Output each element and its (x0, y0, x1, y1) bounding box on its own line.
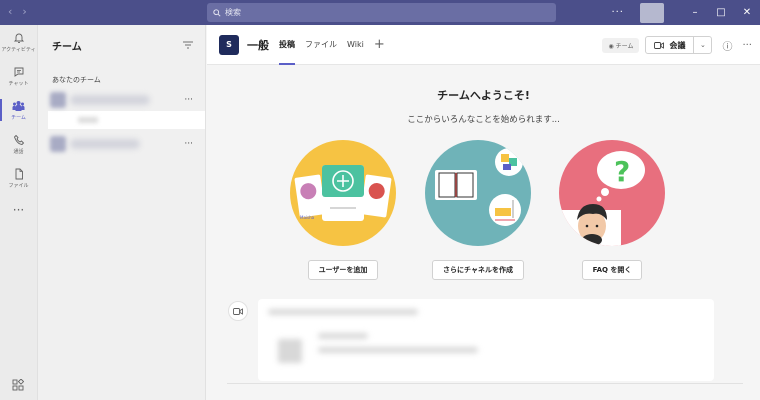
app-rail: アクティビティ チャット チーム 通話 ファイル ··· (0, 25, 38, 400)
filter-icon[interactable] (183, 41, 193, 49)
add-users-card: Maisha ユーザーを追加 (288, 140, 398, 280)
team-name-redacted (70, 95, 150, 105)
team-avatar (50, 92, 66, 108)
divider (227, 383, 743, 384)
rail-item-files[interactable]: ファイル (0, 161, 37, 195)
search-input[interactable]: 検索 (207, 3, 556, 22)
phone-icon (13, 134, 24, 145)
person-label: Maisha (300, 215, 315, 220)
meet-button-group: 会議 ⌄ (645, 36, 713, 54)
tab-posts[interactable]: 投稿 (279, 25, 295, 65)
welcome-cards: Maisha ユーザーを追加 さらにチャネルを作成 ? FAQ を開く (207, 140, 760, 285)
team-more-icon[interactable]: ··· (184, 139, 193, 149)
post-card-redacted[interactable] (258, 299, 714, 381)
rail-label: ファイル (8, 182, 29, 189)
create-channels-card: さらにチャネルを作成 (423, 140, 533, 280)
video-camera-icon (654, 41, 665, 49)
search-placeholder: 検索 (225, 8, 241, 17)
channel-item-selected[interactable] (48, 111, 205, 129)
apps-icon[interactable] (12, 378, 25, 394)
bell-icon (13, 33, 24, 43)
header-actions: ◉ チーム 会議 ⌄ ⓘ ··· (602, 25, 752, 65)
team-name-redacted (70, 139, 140, 149)
create-channel-button[interactable]: さらにチャネルを作成 (432, 260, 524, 280)
teams-panel-header: チーム (38, 25, 205, 65)
rail-label: チーム (11, 114, 26, 121)
channel-header: S 一般 投稿 ファイル Wiki + ◉ チーム 会議 ⌄ ⓘ ··· (207, 25, 760, 65)
add-users-button[interactable]: ユーザーを追加 (307, 260, 379, 280)
forward-icon[interactable]: › (22, 5, 26, 18)
team-pill-label: チーム (615, 42, 634, 50)
maximize-icon[interactable]: □ (708, 7, 734, 18)
chat-icon (14, 67, 23, 77)
rail-item-chat[interactable]: チャット (0, 59, 37, 93)
team-logo: S (219, 34, 239, 55)
add-users-illustration: Maisha (290, 140, 396, 246)
redacted-thumbnail (278, 339, 302, 363)
tab-wiki[interactable]: Wiki (347, 25, 364, 65)
redacted-line (268, 309, 418, 315)
back-icon[interactable]: ‹ (8, 5, 12, 18)
channel-name: 一般 (247, 38, 269, 52)
open-faq-button[interactable]: FAQ を開く (581, 260, 643, 280)
rail-label: 通話 (13, 148, 24, 155)
channel-tabs: 投稿 ファイル Wiki + (279, 25, 385, 65)
faq-illustration: ? (559, 140, 665, 246)
meet-button[interactable]: 会議 (646, 37, 695, 53)
welcome-title: チームへようこそ! (437, 89, 530, 102)
tab-files[interactable]: ファイル (305, 25, 337, 65)
more-options-icon[interactable]: ··· (611, 7, 624, 18)
teams-list-panel: チーム あなたのチーム ··· ··· (38, 25, 206, 400)
rail-item-teams[interactable]: チーム (0, 93, 37, 127)
rail-label: チャット (8, 80, 29, 87)
team-item[interactable]: ··· (38, 89, 205, 111)
info-icon[interactable]: ⓘ (722, 38, 732, 53)
welcome-section: チームへようこそ! ここからいろんなことを始められます... (207, 87, 760, 125)
team-visibility-badge[interactable]: ◉ チーム (602, 37, 640, 53)
more-options-icon[interactable]: ··· (742, 40, 752, 51)
rail-item-calls[interactable]: 通話 (0, 127, 37, 161)
section-label: あなたのチーム (52, 76, 101, 84)
welcome-subtitle: ここからいろんなことを始められます... (407, 115, 560, 125)
meet-label: 会議 (669, 40, 686, 50)
faq-card: ? FAQ を開く (557, 140, 667, 280)
team-avatar (50, 136, 66, 152)
eye-icon: ◉ (608, 42, 616, 50)
more-apps-icon[interactable]: ··· (0, 203, 37, 217)
redacted-line (318, 347, 478, 353)
team-item[interactable]: ··· (38, 133, 205, 155)
panel-title: チーム (52, 41, 82, 53)
video-camera-icon (233, 307, 243, 315)
minimize-icon[interactable]: – (682, 7, 708, 18)
meeting-post-icon (228, 301, 248, 321)
search-icon (213, 8, 221, 17)
chevron-down-icon[interactable]: ⌄ (694, 37, 711, 53)
close-icon[interactable]: ✕ (734, 7, 760, 18)
channel-name-redacted (78, 117, 98, 123)
redacted-line (318, 333, 368, 339)
title-bar: ‹ › 検索 ··· – □ ✕ (0, 0, 760, 25)
nav-arrows: ‹ › (8, 5, 27, 18)
rail-label: アクティビティ (1, 46, 36, 53)
create-channels-illustration (425, 140, 531, 246)
window-controls: ··· – □ ✕ (611, 0, 760, 25)
file-icon (15, 168, 23, 179)
teams-icon (12, 100, 25, 111)
channel-main: S 一般 投稿 ファイル Wiki + ◉ チーム 会議 ⌄ ⓘ ··· チーム… (207, 25, 760, 400)
team-more-icon[interactable]: ··· (184, 95, 193, 105)
avatar[interactable] (640, 2, 664, 23)
add-tab-icon[interactable]: + (374, 37, 385, 52)
svg-text:?: ? (614, 155, 630, 188)
rail-item-activity[interactable]: アクティビティ (0, 25, 37, 59)
